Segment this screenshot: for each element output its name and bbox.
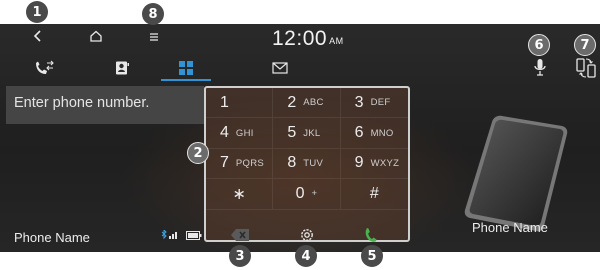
clock: 12:00 AM	[272, 27, 344, 51]
tab-recent-calls[interactable]	[14, 55, 74, 81]
dial-key[interactable]: 0 +	[273, 179, 341, 210]
dialpad-icon	[179, 61, 193, 75]
dial-key[interactable]: 8 TUV	[273, 148, 341, 180]
bluetooth-signal-icon	[161, 230, 177, 240]
tab-dial-pad[interactable]	[156, 55, 216, 81]
callout-marker: 8	[142, 3, 164, 25]
phone-screen: 12:00 AM Enter phone number. 1 2 ABC 3 D…	[0, 24, 600, 252]
callout-marker: 3	[229, 245, 251, 267]
menu-button[interactable]	[142, 28, 166, 50]
tab-bar	[0, 55, 300, 81]
dial-key[interactable]: 2 ABC	[273, 88, 341, 119]
dial-key-digit: 6	[354, 124, 364, 142]
dial-key-letters: PQRS	[235, 157, 265, 169]
battery-icon	[186, 230, 202, 240]
dial-key[interactable]: #	[340, 179, 408, 210]
contacts-icon	[116, 61, 129, 75]
call-history-icon	[36, 60, 54, 74]
dial-key-letters: DEF	[370, 97, 391, 109]
top-bar: 12:00 AM	[0, 24, 600, 54]
callout-marker: 2	[187, 142, 209, 164]
dial-key-digit: 4	[220, 124, 229, 142]
dial-key-digit: 8	[287, 154, 297, 172]
dial-key-letters: JKL	[303, 127, 321, 139]
settings-icon	[301, 229, 313, 241]
callout-marker: 7	[574, 34, 596, 56]
home-icon	[90, 30, 102, 42]
dial-key[interactable]: ∗	[206, 179, 274, 210]
back-icon	[33, 30, 41, 42]
dial-key-digit: 1	[220, 93, 229, 111]
dial-key-digit: 5	[287, 124, 297, 142]
back-button[interactable]	[26, 28, 50, 50]
switch-phone-button[interactable]	[573, 54, 599, 82]
device-phone-name: Phone Name	[472, 220, 548, 235]
clock-time: 12:00	[272, 27, 328, 50]
callout-marker: 6	[528, 34, 550, 56]
voice-recognition-button[interactable]	[527, 54, 553, 82]
message-icon	[272, 62, 288, 74]
backspace-icon	[231, 229, 249, 241]
dial-key[interactable]: 9 WXYZ	[340, 149, 408, 180]
dial-key[interactable]: 4 GHI	[206, 118, 274, 149]
dial-key-digit: 3	[354, 93, 364, 111]
callout-marker: 4	[295, 245, 317, 267]
clock-ampm: AM	[329, 36, 344, 46]
home-button[interactable]	[84, 28, 108, 50]
dial-key-letters: +	[311, 188, 318, 200]
phone-number-input[interactable]: Enter phone number.	[6, 86, 204, 124]
tab-contacts[interactable]	[92, 55, 152, 81]
menu-icon	[150, 33, 158, 41]
dial-key[interactable]: 5 JKL	[273, 118, 341, 149]
dial-key-digit: 2	[287, 93, 297, 111]
dial-key-digit: ∗	[232, 185, 246, 203]
call-icon	[365, 228, 377, 242]
callout-marker: 1	[26, 1, 48, 23]
switch-phone-icon	[576, 58, 596, 78]
dial-key-letters: GHI	[235, 127, 254, 139]
dial-key-letters: MNO	[370, 127, 394, 139]
dial-keypad: 1 2 ABC 3 DEF 4 GHI 5 JKL 6 MNO 7 PQRS 8 TUV 9 WXYZ ∗ 0 + #	[204, 86, 410, 242]
connected-phone-name: Phone Name	[14, 230, 90, 245]
dial-key-digit: #	[369, 184, 379, 202]
dial-key-digit: 0	[295, 184, 305, 202]
microphone-icon	[534, 59, 546, 76]
tab-messages[interactable]	[250, 55, 310, 81]
smartphone-image-icon	[464, 115, 568, 232]
phone-status-icons	[160, 230, 202, 240]
dial-key-letters: WXYZ	[370, 157, 400, 169]
dial-key-digit: 9	[354, 154, 364, 172]
callout-marker: 5	[361, 245, 383, 267]
dial-key[interactable]: 1	[206, 88, 274, 119]
dial-key-letters: ABC	[303, 97, 324, 109]
phone-number-placeholder: Enter phone number.	[14, 95, 150, 111]
dial-key[interactable]: 3 DEF	[340, 88, 408, 119]
dial-key[interactable]: 6 MNO	[340, 118, 408, 149]
dial-key-digit: 7	[220, 154, 229, 172]
dial-key[interactable]: 7 PQRS	[206, 148, 274, 180]
dial-key-letters: TUV	[303, 157, 324, 169]
